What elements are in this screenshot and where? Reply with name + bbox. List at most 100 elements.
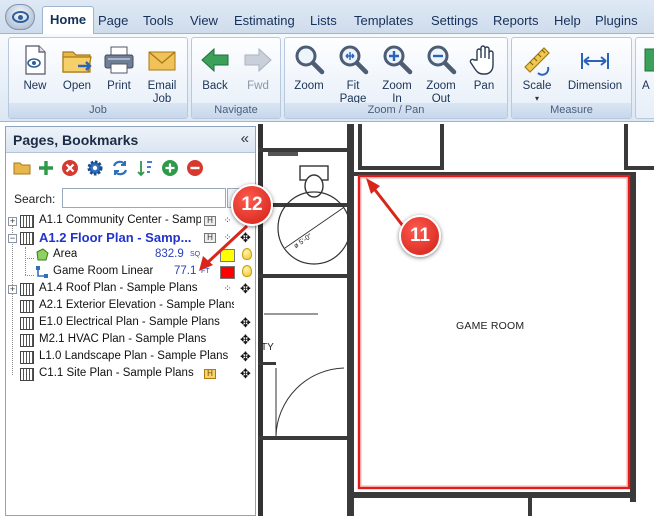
tab-plugins[interactable]: Plugins bbox=[595, 9, 638, 33]
tab-view[interactable]: View bbox=[190, 9, 218, 33]
pan-label: Pan bbox=[473, 80, 495, 92]
group-measure: Scale ▾ Dimension Measure bbox=[511, 37, 632, 119]
fit-page-magnifier-icon bbox=[339, 45, 369, 75]
area-label: Area bbox=[53, 248, 78, 260]
scale-dropdown-chevron-icon[interactable]: ▾ bbox=[514, 94, 560, 103]
print-button[interactable]: Print bbox=[99, 40, 139, 104]
folder-icon[interactable] bbox=[13, 159, 31, 177]
linear-unit: FT bbox=[201, 268, 210, 275]
area-color-swatch[interactable] bbox=[220, 249, 235, 262]
page-label: C1.1 Site Plan - Sample Plans bbox=[39, 367, 194, 379]
tree-row-page[interactable]: L1.0 Landscape Plan - Sample Plans ✥ bbox=[6, 349, 255, 366]
gear-icon[interactable] bbox=[86, 159, 104, 177]
scale-label: Scale bbox=[522, 80, 552, 92]
move-icon[interactable]: ✥ bbox=[239, 367, 252, 380]
forward-arrow-icon bbox=[244, 47, 272, 73]
move-icon[interactable]: ✥ bbox=[239, 350, 252, 363]
area-value: 832.9 bbox=[155, 248, 184, 260]
layers-icon[interactable]: ⁘ bbox=[221, 282, 234, 295]
tree-row-linear[interactable]: Game Room Linear 77.1 FT bbox=[6, 264, 255, 281]
cut-off-button[interactable]: A bbox=[638, 40, 654, 104]
tab-home[interactable]: Home bbox=[42, 6, 95, 35]
delete-x-icon[interactable] bbox=[61, 159, 79, 177]
scale-button[interactable]: Scale ▾ bbox=[514, 40, 560, 104]
move-icon[interactable]: ✥ bbox=[239, 316, 252, 329]
group-navigate: Back Fwd Navigate bbox=[191, 37, 281, 119]
zoom-label: Zoom bbox=[294, 80, 324, 92]
page-icon bbox=[20, 334, 34, 347]
page-label: A1.2 Floor Plan - Samp... bbox=[39, 230, 192, 245]
page-icon bbox=[20, 368, 34, 381]
add-plus-green-icon[interactable] bbox=[37, 159, 55, 177]
hyperlink-icon[interactable]: H bbox=[204, 216, 216, 226]
pan-button[interactable]: Pan bbox=[463, 40, 505, 104]
move-icon[interactable]: ✥ bbox=[239, 333, 252, 346]
tree-row-page[interactable]: A2.1 Exterior Elevation - Sample Plans bbox=[6, 298, 255, 315]
move-icon[interactable]: ✥ bbox=[239, 282, 252, 295]
tree-row-page[interactable]: C1.1 Site Plan - Sample Plans H ✥ bbox=[6, 366, 255, 383]
page-label: M2.1 HVAC Plan - Sample Plans bbox=[39, 333, 207, 345]
fit-page-button[interactable]: Fit Page bbox=[331, 40, 375, 105]
app-menu-orb[interactable] bbox=[5, 4, 35, 30]
ribbon: New Open Print Email Job Job Back Fwd Na… bbox=[0, 34, 654, 122]
layers-icon[interactable]: ⁘ bbox=[221, 214, 234, 227]
tab-help[interactable]: Help bbox=[554, 9, 581, 33]
hyperlink-icon[interactable]: H bbox=[204, 369, 216, 379]
tree-row-page[interactable]: + A1.4 Roof Plan - Sample Plans ⁘ ✥ bbox=[6, 281, 255, 298]
tab-estimating[interactable]: Estimating bbox=[234, 9, 295, 33]
game-room-label: GAME ROOM bbox=[456, 320, 525, 332]
expand-icon[interactable]: + bbox=[8, 217, 17, 226]
layers-icon[interactable]: ⁘ bbox=[221, 231, 234, 244]
dimension-button[interactable]: Dimension bbox=[562, 40, 628, 104]
page-label: E1.0 Electrical Plan - Sample Plans bbox=[39, 316, 220, 328]
open-folder-icon bbox=[62, 51, 92, 73]
tab-settings[interactable]: Settings bbox=[431, 9, 478, 33]
tab-lists[interactable]: Lists bbox=[310, 9, 337, 33]
add-circle-icon[interactable] bbox=[161, 159, 179, 177]
tab-page[interactable]: Page bbox=[98, 9, 128, 33]
expand-icon[interactable]: + bbox=[8, 285, 17, 294]
tree-row-page-selected[interactable]: − A1.2 Floor Plan - Samp... H ⁘ ✥ bbox=[6, 230, 255, 247]
forward-button[interactable]: Fwd bbox=[237, 40, 279, 104]
tree-row-page[interactable]: E1.0 Electrical Plan - Sample Plans ✥ bbox=[6, 315, 255, 332]
area-tool-icon bbox=[644, 48, 654, 72]
move-icon[interactable]: ✥ bbox=[239, 231, 252, 244]
tab-tools[interactable]: Tools bbox=[143, 9, 173, 33]
magnifier-icon bbox=[295, 45, 325, 75]
page-label: L1.0 Landscape Plan - Sample Plans bbox=[39, 350, 229, 362]
group-navigate-label: Navigate bbox=[192, 103, 280, 118]
dimension-arrow-icon bbox=[581, 53, 609, 69]
linear-value: 77.1 bbox=[174, 265, 197, 277]
zoom-out-button[interactable]: Zoom Out bbox=[419, 40, 463, 105]
tree-row-page[interactable]: M2.1 HVAC Plan - Sample Plans ✥ bbox=[6, 332, 255, 349]
zoom-in-button[interactable]: Zoom In bbox=[375, 40, 419, 105]
page-icon bbox=[20, 300, 34, 313]
page-icon bbox=[20, 317, 34, 330]
open-label: Open bbox=[62, 80, 92, 92]
remove-circle-icon[interactable] bbox=[186, 159, 204, 177]
hyperlink-icon[interactable]: H bbox=[204, 233, 216, 243]
tree-row-page[interactable]: + A1.1 Community Center - Samp... H ⁘ bbox=[6, 213, 255, 230]
collapse-icon[interactable]: − bbox=[8, 234, 17, 243]
linear-color-swatch[interactable] bbox=[220, 266, 235, 279]
zoom-button[interactable]: Zoom bbox=[287, 40, 331, 104]
page-label: A1.1 Community Center - Samp... bbox=[39, 214, 201, 226]
page-icon bbox=[20, 351, 34, 364]
refresh-icon[interactable] bbox=[111, 159, 129, 177]
tab-reports[interactable]: Reports bbox=[493, 9, 539, 33]
new-button[interactable]: New bbox=[15, 40, 55, 104]
back-arrow-icon bbox=[201, 47, 229, 73]
sort-icon[interactable] bbox=[136, 159, 154, 177]
drawing-canvas[interactable]: ø 5'-0" TY GAME ROOM bbox=[258, 124, 654, 516]
back-button[interactable]: Back bbox=[194, 40, 236, 104]
tab-templates[interactable]: Templates bbox=[354, 9, 413, 33]
eye-logo-icon bbox=[12, 11, 29, 23]
search-input[interactable] bbox=[62, 188, 226, 208]
open-button[interactable]: Open bbox=[57, 40, 97, 104]
lightbulb-icon[interactable] bbox=[242, 248, 252, 260]
scale-ruler-icon bbox=[524, 47, 550, 76]
lightbulb-icon[interactable] bbox=[242, 265, 252, 277]
tree-row-area[interactable]: Area 832.9 SQ FT bbox=[6, 247, 255, 264]
email-job-button[interactable]: Email Job bbox=[141, 40, 183, 105]
collapse-panel-button[interactable]: « bbox=[241, 130, 249, 147]
